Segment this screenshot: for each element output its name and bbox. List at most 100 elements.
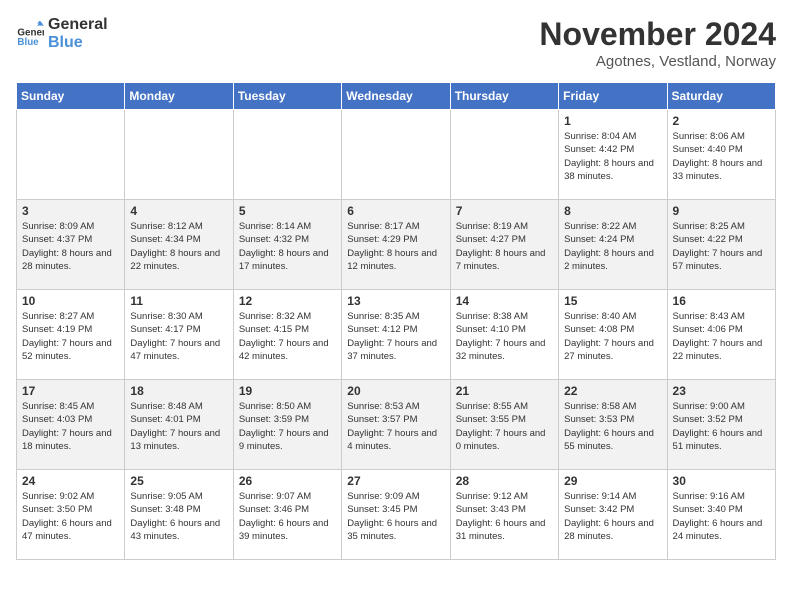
col-header-wednesday: Wednesday xyxy=(342,83,450,110)
day-number: 5 xyxy=(239,204,336,218)
calendar-cell: 21 Sunrise: 8:55 AM Sunset: 3:55 PM Dayli… xyxy=(450,380,558,470)
day-number: 8 xyxy=(564,204,661,218)
day-info: Sunrise: 8:53 AM Sunset: 3:57 PM Dayligh… xyxy=(347,400,444,453)
day-number: 20 xyxy=(347,384,444,398)
day-info: Sunrise: 8:35 AM Sunset: 4:12 PM Dayligh… xyxy=(347,310,444,363)
col-header-thursday: Thursday xyxy=(450,83,558,110)
day-info: Sunrise: 8:27 AM Sunset: 4:19 PM Dayligh… xyxy=(22,310,119,363)
day-info: Sunrise: 8:48 AM Sunset: 4:01 PM Dayligh… xyxy=(130,400,227,453)
day-info: Sunrise: 8:43 AM Sunset: 4:06 PM Dayligh… xyxy=(673,310,770,363)
day-number: 12 xyxy=(239,294,336,308)
day-info: Sunrise: 9:16 AM Sunset: 3:40 PM Dayligh… xyxy=(673,490,770,543)
col-header-friday: Friday xyxy=(559,83,667,110)
day-number: 28 xyxy=(456,474,553,488)
calendar-cell: 16 Sunrise: 8:43 AM Sunset: 4:06 PM Dayli… xyxy=(667,290,775,380)
day-info: Sunrise: 8:32 AM Sunset: 4:15 PM Dayligh… xyxy=(239,310,336,363)
calendar-cell: 22 Sunrise: 8:58 AM Sunset: 3:53 PM Dayli… xyxy=(559,380,667,470)
title-area: November 2024 Agotnes, Vestland, Norway xyxy=(539,16,776,70)
day-number: 10 xyxy=(22,294,119,308)
calendar-cell: 4Sunrise: 8:12 AM Sunset: 4:34 PM Daylig… xyxy=(125,200,233,290)
day-number: 24 xyxy=(22,474,119,488)
day-number: 13 xyxy=(347,294,444,308)
logo-line2: Blue xyxy=(48,34,108,52)
day-number: 18 xyxy=(130,384,227,398)
calendar-cell xyxy=(233,110,341,200)
day-number: 22 xyxy=(564,384,661,398)
logo-icon: General Blue xyxy=(16,20,44,48)
day-info: Sunrise: 9:07 AM Sunset: 3:46 PM Dayligh… xyxy=(239,490,336,543)
day-info: Sunrise: 8:09 AM Sunset: 4:37 PM Dayligh… xyxy=(22,220,119,273)
logo-line1: General xyxy=(48,16,108,34)
calendar-cell: 2 Sunrise: 8:06 AM Sunset: 4:40 PM Daylig… xyxy=(667,110,775,200)
calendar-cell xyxy=(17,110,125,200)
day-info: Sunrise: 8:17 AM Sunset: 4:29 PM Dayligh… xyxy=(347,220,444,273)
day-number: 26 xyxy=(239,474,336,488)
day-info: Sunrise: 9:14 AM Sunset: 3:42 PM Dayligh… xyxy=(564,490,661,543)
day-number: 19 xyxy=(239,384,336,398)
calendar-cell: 17 Sunrise: 8:45 AM Sunset: 4:03 PM Dayli… xyxy=(17,380,125,470)
day-info: Sunrise: 8:55 AM Sunset: 3:55 PM Dayligh… xyxy=(456,400,553,453)
calendar-cell: 1 Sunrise: 8:04 AM Sunset: 4:42 PM Daylig… xyxy=(559,110,667,200)
day-info: Sunrise: 9:12 AM Sunset: 3:43 PM Dayligh… xyxy=(456,490,553,543)
day-info: Sunrise: 9:02 AM Sunset: 3:50 PM Dayligh… xyxy=(22,490,119,543)
day-info: Sunrise: 8:14 AM Sunset: 4:32 PM Dayligh… xyxy=(239,220,336,273)
day-info: Sunrise: 8:45 AM Sunset: 4:03 PM Dayligh… xyxy=(22,400,119,453)
calendar-cell: 12 Sunrise: 8:32 AM Sunset: 4:15 PM Dayli… xyxy=(233,290,341,380)
calendar-cell: 8 Sunrise: 8:22 AM Sunset: 4:24 PM Daylig… xyxy=(559,200,667,290)
calendar-cell xyxy=(125,110,233,200)
day-number: 30 xyxy=(673,474,770,488)
day-number: 21 xyxy=(456,384,553,398)
day-number: 2 xyxy=(673,114,770,128)
day-number: 3 xyxy=(22,204,119,218)
calendar-cell: 26 Sunrise: 9:07 AM Sunset: 3:46 PM Dayli… xyxy=(233,470,341,560)
calendar-cell: 6 Sunrise: 8:17 AM Sunset: 4:29 PM Daylig… xyxy=(342,200,450,290)
calendar-cell: 23Sunrise: 9:00 AM Sunset: 3:52 PM Dayli… xyxy=(667,380,775,470)
calendar-cell: 29 Sunrise: 9:14 AM Sunset: 3:42 PM Dayli… xyxy=(559,470,667,560)
calendar-cell: 7Sunrise: 8:19 AM Sunset: 4:27 PM Daylig… xyxy=(450,200,558,290)
day-number: 17 xyxy=(22,384,119,398)
day-info: Sunrise: 8:38 AM Sunset: 4:10 PM Dayligh… xyxy=(456,310,553,363)
col-header-saturday: Saturday xyxy=(667,83,775,110)
calendar-cell: 15 Sunrise: 8:40 AM Sunset: 4:08 PM Dayli… xyxy=(559,290,667,380)
calendar-cell: 24 Sunrise: 9:02 AM Sunset: 3:50 PM Dayli… xyxy=(17,470,125,560)
calendar-cell: 28 Sunrise: 9:12 AM Sunset: 3:43 PM Dayli… xyxy=(450,470,558,560)
header: General Blue General Blue November 2024 … xyxy=(16,16,776,70)
day-info: Sunrise: 9:05 AM Sunset: 3:48 PM Dayligh… xyxy=(130,490,227,543)
calendar-cell: 18 Sunrise: 8:48 AM Sunset: 4:01 PM Dayli… xyxy=(125,380,233,470)
day-info: Sunrise: 8:25 AM Sunset: 4:22 PM Dayligh… xyxy=(673,220,770,273)
page-subtitle: Agotnes, Vestland, Norway xyxy=(539,53,776,70)
day-number: 16 xyxy=(673,294,770,308)
day-number: 9 xyxy=(673,204,770,218)
day-number: 11 xyxy=(130,294,227,308)
day-number: 15 xyxy=(564,294,661,308)
calendar-cell: 5 Sunrise: 8:14 AM Sunset: 4:32 PM Daylig… xyxy=(233,200,341,290)
calendar-cell xyxy=(450,110,558,200)
calendar-cell: 27 Sunrise: 9:09 AM Sunset: 3:45 PM Dayli… xyxy=(342,470,450,560)
day-info: Sunrise: 8:30 AM Sunset: 4:17 PM Dayligh… xyxy=(130,310,227,363)
calendar-cell: 30 Sunrise: 9:16 AM Sunset: 3:40 PM Dayli… xyxy=(667,470,775,560)
day-number: 1 xyxy=(564,114,661,128)
day-info: Sunrise: 9:09 AM Sunset: 3:45 PM Dayligh… xyxy=(347,490,444,543)
svg-text:Blue: Blue xyxy=(17,37,39,48)
calendar-cell: 10 Sunrise: 8:27 AM Sunset: 4:19 PM Dayli… xyxy=(17,290,125,380)
day-info: Sunrise: 8:40 AM Sunset: 4:08 PM Dayligh… xyxy=(564,310,661,363)
calendar-cell: 19Sunrise: 8:50 AM Sunset: 3:59 PM Dayli… xyxy=(233,380,341,470)
logo: General Blue General Blue xyxy=(16,16,108,51)
day-number: 25 xyxy=(130,474,227,488)
day-info: Sunrise: 8:06 AM Sunset: 4:40 PM Dayligh… xyxy=(673,130,770,183)
day-info: Sunrise: 8:58 AM Sunset: 3:53 PM Dayligh… xyxy=(564,400,661,453)
calendar-cell: 13 Sunrise: 8:35 AM Sunset: 4:12 PM Dayli… xyxy=(342,290,450,380)
col-header-sunday: Sunday xyxy=(17,83,125,110)
day-number: 29 xyxy=(564,474,661,488)
day-info: Sunrise: 8:04 AM Sunset: 4:42 PM Dayligh… xyxy=(564,130,661,183)
day-number: 27 xyxy=(347,474,444,488)
calendar-table: SundayMondayTuesdayWednesdayThursdayFrid… xyxy=(16,82,776,560)
col-header-monday: Monday xyxy=(125,83,233,110)
col-header-tuesday: Tuesday xyxy=(233,83,341,110)
day-info: Sunrise: 8:19 AM Sunset: 4:27 PM Dayligh… xyxy=(456,220,553,273)
calendar-cell: 14Sunrise: 8:38 AM Sunset: 4:10 PM Dayli… xyxy=(450,290,558,380)
day-number: 4 xyxy=(130,204,227,218)
day-number: 23 xyxy=(673,384,770,398)
day-number: 6 xyxy=(347,204,444,218)
day-info: Sunrise: 8:22 AM Sunset: 4:24 PM Dayligh… xyxy=(564,220,661,273)
